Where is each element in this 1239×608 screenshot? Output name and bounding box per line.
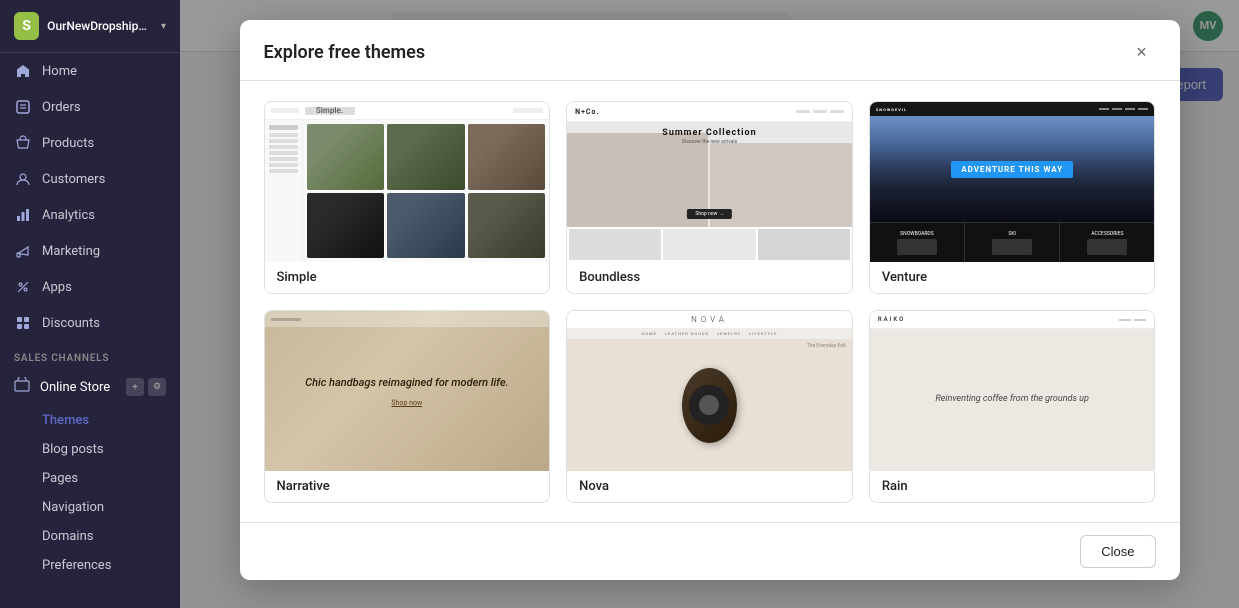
sidebar-sub-preferences[interactable]: Preferences	[0, 551, 180, 580]
sidebar-item-analytics[interactable]: Analytics	[0, 197, 180, 233]
modal-footer: Close	[240, 522, 1180, 580]
themes-grid: Simple.	[264, 101, 1156, 503]
theme-card-venture[interactable]: SNOWDEVIL	[869, 101, 1156, 294]
modal-overlay: Explore free themes × Simple.	[180, 0, 1239, 608]
sidebar-item-discounts[interactable]: Apps	[0, 269, 180, 305]
marketing-icon	[14, 242, 32, 260]
shopify-logo-icon: S	[14, 12, 39, 40]
store-name: OurNewDropshippin...	[47, 19, 153, 33]
discounts-icon	[14, 278, 32, 296]
sidebar-sub-navigation[interactable]: Navigation	[0, 493, 180, 522]
products-icon	[14, 134, 32, 152]
theme-image-venture: SNOWDEVIL	[870, 102, 1155, 262]
analytics-icon	[14, 206, 32, 224]
theme-image-narrative: Chic handbags reimagined for modern life…	[265, 311, 550, 471]
rain-text: Reinventing coffee from the grounds up	[935, 393, 1088, 407]
sidebar-item-analytics-label: Analytics	[42, 208, 95, 223]
modal-header: Explore free themes ×	[240, 20, 1180, 81]
sidebar-item-customers-label: Customers	[42, 172, 105, 187]
sidebar-item-customers[interactable]: Customers	[0, 161, 180, 197]
main-content: MV Free themes New report Explore free t…	[180, 0, 1239, 608]
sidebar-item-home-label: Home	[42, 64, 77, 79]
theme-card-simple[interactable]: Simple.	[264, 101, 551, 294]
theme-name-nova: Nova	[567, 471, 852, 502]
apps-icon	[14, 314, 32, 332]
online-store-icon	[14, 377, 30, 397]
sidebar-header: S OurNewDropshippin... ▾	[0, 0, 180, 53]
sidebar-item-marketing-label: Marketing	[42, 244, 100, 259]
sidebar-item-online-store[interactable]: Online Store + ⚙	[0, 368, 180, 406]
store-dropdown-icon[interactable]: ▾	[161, 21, 166, 32]
theme-name-simple: Simple	[265, 262, 550, 293]
modal-close-button[interactable]: ×	[1128, 38, 1156, 66]
explore-themes-modal: Explore free themes × Simple.	[240, 20, 1180, 580]
sidebar-item-marketing[interactable]: Marketing	[0, 233, 180, 269]
online-store-children: Themes Blog posts Pages Navigation Domai…	[0, 406, 180, 580]
sidebar-sub-themes[interactable]: Themes	[0, 406, 180, 435]
theme-name-boundless: Boundless	[567, 262, 852, 293]
sidebar-sub-pages[interactable]: Pages	[0, 464, 180, 493]
theme-image-rain: RAIKO Reinventing coffee from the ground…	[870, 311, 1155, 471]
online-store-label: Online Store	[40, 380, 110, 395]
theme-image-boundless: N+Co. Summer Collection	[567, 102, 852, 262]
sidebar-sub-blog-posts[interactable]: Blog posts	[0, 435, 180, 464]
sidebar-item-orders[interactable]: Orders	[0, 89, 180, 125]
modal-body[interactable]: Simple.	[240, 81, 1180, 522]
sidebar-item-home[interactable]: Home	[0, 53, 180, 89]
orders-icon	[14, 98, 32, 116]
theme-card-nova[interactable]: NOVA HOME LEATHER GOODS JEWELRY LIFESTYL…	[566, 310, 853, 503]
theme-name-venture: Venture	[870, 262, 1155, 293]
theme-image-nova: NOVA HOME LEATHER GOODS JEWELRY LIFESTYL…	[567, 311, 852, 471]
sidebar-item-products-label: Products	[42, 136, 94, 151]
sales-channels-label: SALES CHANNELS	[0, 341, 180, 368]
sidebar-item-apps[interactable]: Discounts	[0, 305, 180, 341]
theme-card-narrative[interactable]: Chic handbags reimagined for modern life…	[264, 310, 551, 503]
sidebar-item-apps-label: Discounts	[42, 316, 100, 331]
sidebar-item-discounts-label: Apps	[42, 280, 72, 295]
home-icon	[14, 62, 32, 80]
customers-icon	[14, 170, 32, 188]
online-store-settings-btn[interactable]: ⚙	[148, 378, 166, 396]
theme-name-narrative: Narrative	[265, 471, 550, 502]
modal-close-footer-button[interactable]: Close	[1080, 535, 1155, 568]
theme-card-rain[interactable]: RAIKO Reinventing coffee from the ground…	[869, 310, 1156, 503]
sidebar-item-orders-label: Orders	[42, 100, 81, 115]
theme-name-rain: Rain	[870, 471, 1155, 502]
modal-title: Explore free themes	[264, 42, 426, 63]
sidebar-sub-domains[interactable]: Domains	[0, 522, 180, 551]
theme-image-simple: Simple.	[265, 102, 550, 262]
sidebar: S OurNewDropshippin... ▾ Home Orders Pro…	[0, 0, 180, 608]
theme-card-boundless[interactable]: N+Co. Summer Collection	[566, 101, 853, 294]
sidebar-item-products[interactable]: Products	[0, 125, 180, 161]
online-store-add-btn[interactable]: +	[126, 378, 144, 396]
narrative-text: Chic handbags reimagined for modern life…	[305, 375, 508, 392]
